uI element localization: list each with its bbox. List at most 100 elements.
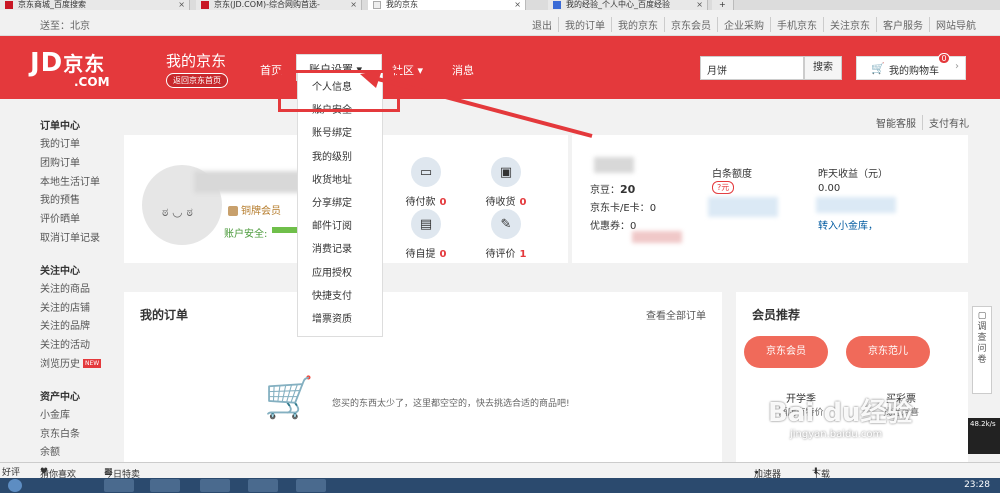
cart-count-badge: 0 [938, 53, 950, 64]
sidebar-item-local-orders[interactable]: 本地生活订单 [40, 174, 130, 193]
order-stat-pending-pickup[interactable]: ▤ 待自提 0 [396, 209, 456, 260]
sidebar-item-jinku[interactable]: 小金库 [40, 407, 130, 426]
baidu-watermark: Bai du经验 jingyan.baidu.com [768, 398, 913, 440]
jd-member-link[interactable]: 京东会员 [664, 17, 717, 32]
empty-cart-icon: 🛒 [264, 375, 314, 421]
taskbar-app-icon[interactable] [200, 479, 230, 492]
orders-panel-title: 我的订单 [140, 308, 189, 322]
mobile-jd-link[interactable]: 手机京东 [770, 17, 823, 32]
tab-favicon-icon [553, 1, 561, 9]
sidebar-item-history[interactable]: 浏览历史 NEW [40, 356, 130, 375]
chevron-right-icon: › [955, 61, 959, 72]
taskbar-app-icon[interactable] [150, 479, 180, 492]
customer-service-link[interactable]: 客户服务 [876, 17, 929, 32]
menu-item-consumption-record[interactable]: 消费记录 [298, 235, 382, 258]
order-stat-pending-receipt[interactable]: ▣ 待收货 0 [476, 157, 536, 208]
gift-card-info[interactable]: 京东卡/E卡：0 [590, 199, 656, 214]
browser-tab-active[interactable]: 我的京东 × [368, 0, 526, 10]
close-icon[interactable]: × [514, 0, 521, 9]
close-icon[interactable]: × [696, 0, 703, 9]
cart-icon: 🛒 [871, 62, 885, 75]
sidebar-item-followed-brands[interactable]: 关注的品牌 [40, 318, 130, 337]
member-panel-title: 会员推荐 [752, 308, 801, 322]
clipboard-icon: ▤ [411, 209, 441, 239]
survey-widget[interactable]: ▢ 调查问卷 [972, 306, 992, 394]
sidebar-item-balance[interactable]: 余额 [40, 444, 130, 463]
blurred-baitiao-detail [708, 197, 778, 217]
sidebar-item-presale[interactable]: 我的预售 [40, 192, 130, 211]
account-security-label: 账户安全: [224, 229, 268, 240]
delivery-location[interactable]: 送至：北京 [40, 17, 90, 32]
empty-orders-text: 您买的东西太少了，这里都空空的，快去挑选合适的商品吧! [332, 399, 570, 409]
close-icon[interactable]: × [350, 0, 357, 9]
my-orders-link[interactable]: 我的订单 [558, 17, 611, 32]
left-sidebar: 订单中心 我的订单 团购订单 本地生活订单 我的预售 评价晒单 取消订单记录 关… [40, 112, 130, 463]
blurred-income-detail [816, 197, 896, 213]
menu-item-quick-pay[interactable]: 快捷支付 [298, 282, 382, 305]
network-speed-widget: 48.2k/s [968, 418, 1000, 454]
jd-logo[interactable]: JD京东 .COM [30, 48, 110, 89]
yesterday-income-title: 昨天收益（元） [818, 169, 888, 180]
sidebar-item-group-orders[interactable]: 团购订单 [40, 155, 130, 174]
statusbar-review[interactable]: 好评 [2, 465, 20, 478]
site-nav-link[interactable]: 网站导航 [929, 17, 982, 32]
browser-tab[interactable]: 我的经验_个人中心_百度经验 × [548, 0, 708, 10]
tab-favicon-icon [373, 1, 381, 9]
browser-tab[interactable]: 京东商城_百度搜索 × [0, 0, 190, 10]
jd-member-button[interactable]: 京东会员 [744, 336, 828, 368]
blurred-coupon-detail [632, 231, 682, 243]
jinku-transfer-link[interactable]: 转入小金库， [818, 217, 878, 232]
start-button-icon[interactable] [8, 479, 22, 492]
baitiao-badge[interactable]: ?元 [712, 181, 735, 194]
chat-icon: ▢ [977, 311, 987, 321]
sidebar-item-baitiao[interactable]: 京东白条 [40, 426, 130, 445]
tab-favicon-icon [5, 1, 13, 9]
menu-item-share-binding[interactable]: 分享绑定 [298, 189, 382, 212]
enterprise-link[interactable]: 企业采购 [717, 17, 770, 32]
order-stat-pending-review[interactable]: ✎ 待评价 1 [476, 209, 536, 260]
logout-link[interactable]: 退出 [526, 17, 558, 32]
coupon-info[interactable]: 优惠券：0 [590, 217, 636, 232]
menu-item-email-subscription[interactable]: 邮件订阅 [298, 212, 382, 235]
order-stat-pending-payment[interactable]: ▭ 待付款 0 [396, 157, 456, 208]
search-button[interactable]: 搜索 [804, 56, 842, 80]
my-jd-link[interactable]: 我的京东 [611, 17, 664, 32]
my-orders-panel: 我的订单 查看全部订单 🛒 您买的东西太少了，这里都空空的，快去挑选合适的商品吧… [124, 292, 722, 462]
taskbar-app-icon[interactable] [248, 479, 278, 492]
sidebar-item-followed-activities[interactable]: 关注的活动 [40, 337, 130, 356]
menu-item-app-authorization[interactable]: 应用授权 [298, 259, 382, 282]
shortcut-bar: 送至：北京 退出 我的订单 我的京东 京东会员 企业采购 手机京东 关注京东 客… [0, 10, 1000, 36]
menu-item-shipping-address[interactable]: 收货地址 [298, 166, 382, 189]
taskbar-app-icon[interactable] [104, 479, 134, 492]
browser-tab[interactable]: 京东(JD.COM)-综合网购首选- × [196, 0, 362, 10]
view-all-orders-link[interactable]: 查看全部订单 [646, 307, 706, 322]
sidebar-item-my-orders[interactable]: 我的订单 [40, 136, 130, 155]
menu-item-my-level[interactable]: 我的级别 [298, 143, 382, 166]
edit-icon: ✎ [491, 209, 521, 239]
sidebar-title-orders: 订单中心 [40, 121, 80, 132]
tab-favicon-icon [201, 1, 209, 9]
yesterday-income-value: 0.00 [818, 183, 841, 194]
wallet-icon: ▭ [411, 157, 441, 187]
close-icon[interactable]: × [178, 0, 185, 9]
follow-jd-link[interactable]: 关注京东 [823, 17, 876, 32]
taskbar-app-icon[interactable] [296, 479, 326, 492]
service-links: 智能客服 支付有礼 [870, 115, 975, 130]
taskbar-clock: 23:28 [964, 480, 990, 490]
sidebar-item-followed-products[interactable]: 关注的商品 [40, 281, 130, 300]
new-tab-button[interactable]: + [712, 0, 734, 10]
sidebar-title-assets: 资产中心 [40, 391, 80, 403]
smart-service-link[interactable]: 智能客服 [870, 115, 922, 130]
sidebar-item-reviews[interactable]: 评价晒单 [40, 211, 130, 230]
back-home-button[interactable]: 返回京东首页 [166, 73, 228, 88]
medal-icon [228, 206, 238, 216]
sidebar-item-cancelled-orders[interactable]: 取消订单记录 [40, 230, 130, 249]
search-input[interactable]: 月饼 [700, 56, 804, 80]
page-title: 我的京东 [166, 52, 227, 70]
jd-style-button[interactable]: 京东范儿 [846, 336, 930, 368]
sidebar-item-followed-shops[interactable]: 关注的店铺 [40, 300, 130, 319]
member-level-link[interactable]: 铜牌会员 [228, 202, 281, 217]
jingdou-info[interactable]: 京豆：20 [590, 181, 635, 196]
menu-item-vat-invoice[interactable]: 增票资质 [298, 305, 382, 328]
pay-gift-link[interactable]: 支付有礼 [922, 115, 975, 130]
